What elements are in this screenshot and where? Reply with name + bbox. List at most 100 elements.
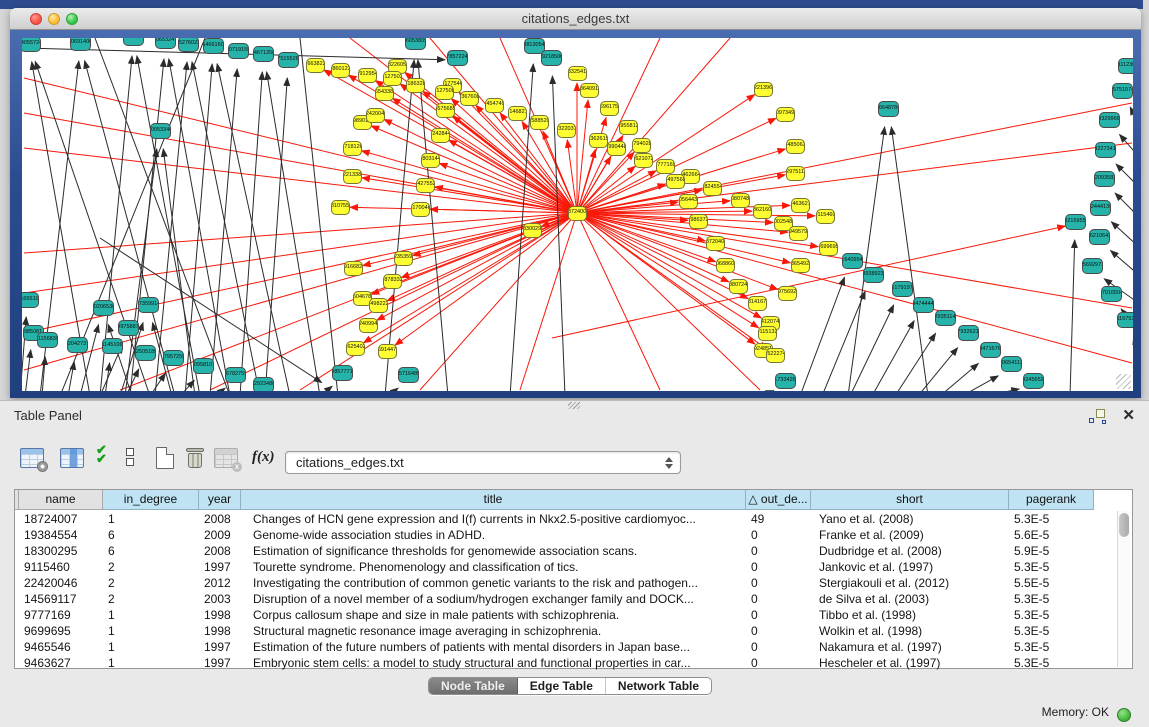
graph-node[interactable]: 9115460 [816, 209, 835, 224]
graph-node[interactable]: 20691406 [70, 38, 91, 51]
graph-node[interactable]: 19756928 [778, 286, 797, 301]
table-row[interactable]: 969969511998Structural magnetic resonanc… [15, 623, 1115, 639]
table-row[interactable]: 2242004622012Investigating the contribut… [15, 575, 1115, 591]
graph-node[interactable]: 8878332 [383, 274, 402, 289]
graph-node[interactable]: 2803144 [421, 153, 440, 168]
graph-node[interactable]: 9245652 [1023, 373, 1044, 389]
column-header-year[interactable]: year [199, 490, 241, 510]
graph-node[interactable]: 7663822 [306, 58, 325, 73]
tab-edge-table[interactable]: Edge Table [518, 678, 606, 694]
graph-node[interactable]: 16053809 [405, 38, 426, 50]
graph-node[interactable]: 8990448 [607, 141, 626, 156]
graph-node[interactable]: 18807249 [729, 279, 748, 294]
graph-node[interactable]: 12923488 [253, 377, 274, 391]
graph-node[interactable]: 7932621 [958, 325, 979, 341]
graph-node[interactable]: 7522274 [766, 348, 785, 363]
graph-node[interactable]: 8938923 [863, 267, 884, 283]
graph-node[interactable]: 16914479 [378, 344, 397, 359]
graph-node[interactable]: 18107554 [331, 200, 350, 215]
graph-node[interactable]: 9146821 [508, 106, 527, 121]
graph-node[interactable]: 7515526 [278, 52, 299, 68]
graph-node[interactable]: 1640954 [842, 253, 863, 269]
graph-node[interactable]: 862160 [753, 204, 772, 219]
graph-node[interactable]: 16543382 [375, 86, 394, 101]
table-row[interactable]: 1872400712008Changes of HCN gene express… [15, 511, 1115, 527]
table-row[interactable]: 1938455462009Genome-wide association stu… [15, 527, 1115, 543]
graph-node[interactable]: 1733426 [775, 373, 796, 389]
graph-node[interactable]: 20564436 [679, 194, 698, 209]
graph-node[interactable]: 14055724 [22, 38, 41, 52]
graph-node[interactable]: 18720407 [706, 236, 725, 251]
graph-node[interactable]: 9329966 [1099, 112, 1120, 128]
column-header-pagerank[interactable]: pagerank [1009, 490, 1094, 510]
table-column-icon[interactable] [60, 448, 84, 468]
graph-node[interactable]: 16648784 [878, 101, 899, 117]
table-selector-dropdown[interactable]: citations_edges.txt [285, 451, 681, 474]
graph-node[interactable]: 13654923 [791, 258, 810, 273]
graph-node[interactable]: 12213383 [343, 169, 362, 184]
graph-node[interactable]: 12409948 [359, 318, 378, 333]
graph-node[interactable]: 2089719 [123, 38, 144, 46]
table-row[interactable]: 946554611997Estimation of the future num… [15, 639, 1115, 655]
graph-node[interactable]: 1112304 [1118, 58, 1134, 74]
graph-node[interactable]: 6179197 [892, 281, 913, 297]
graph-node[interactable]: 8186328 [406, 78, 425, 93]
graph-node[interactable]: 9777169 [656, 159, 675, 174]
graph-node[interactable]: 15751074 [1112, 83, 1133, 99]
function-icon[interactable]: f(x) [252, 449, 275, 466]
scrollbar-thumb[interactable] [1119, 513, 1129, 537]
graph-node[interactable]: 12505185 [135, 345, 156, 361]
graph-node[interactable]: 1621072 [634, 153, 653, 168]
table-row[interactable]: 1830029562008Estimation of significance … [15, 543, 1115, 559]
column-header-in_degree[interactable]: in_degree [103, 490, 199, 510]
graph-node[interactable]: 9498222 [369, 298, 388, 313]
graph-node[interactable]: 8471676 [980, 342, 1001, 358]
graph-node[interactable]: 9857771 [332, 365, 353, 381]
graph-node[interactable]: 9127508 [435, 85, 454, 100]
graph-node[interactable]: 20206536 [93, 300, 114, 316]
column-header-short[interactable]: short [811, 490, 1009, 510]
table-row[interactable]: 1456911722003Disruption of a novel membe… [15, 591, 1115, 607]
graph-node[interactable]: 6466160 [203, 38, 224, 54]
network-canvas[interactable]: 14055724 20691406 2089719 1065324715276023 6… [22, 38, 1133, 391]
graph-node[interactable]: 6794028 [632, 138, 651, 153]
graph-node[interactable]: 9127503 [383, 71, 402, 86]
graph-node[interactable]: 18724007 [568, 206, 587, 221]
tab-node-table[interactable]: Node Table [429, 678, 518, 694]
graph-node[interactable]: 15276023 [178, 38, 199, 52]
graph-node[interactable]: 8215955 [1065, 214, 1086, 230]
graph-node[interactable]: 12042737 [67, 337, 88, 353]
graph-node[interactable]: 3427552 [416, 178, 435, 193]
graph-node[interactable]: 2166510 [22, 292, 39, 308]
graph-node[interactable]: 11156839 [37, 332, 58, 348]
graph-node[interactable]: 22420046 [366, 108, 385, 123]
table-row[interactable]: 977716911998Corpus callosum shape and si… [15, 607, 1115, 623]
graph-node[interactable]: 10653247 [155, 38, 176, 49]
graph-node[interactable]: 5824554 [703, 181, 722, 196]
graph-node[interactable]: 1167533 [1117, 312, 1134, 328]
graph-node[interactable]: 17359914 [138, 297, 159, 313]
graph-node[interactable]: 14671358 [253, 46, 274, 62]
graph-node[interactable]: 2718126 [343, 141, 362, 156]
graph-node[interactable]: 12213967 [754, 82, 773, 97]
table-settings-icon[interactable] [20, 448, 44, 468]
new-document-icon[interactable] [156, 447, 174, 469]
graph-node[interactable]: 10719155 [228, 43, 249, 59]
vertical-scrollbar[interactable] [1117, 511, 1130, 667]
graph-node[interactable]: 12444139 [1090, 200, 1111, 216]
graph-node[interactable]: 10958107 [193, 358, 214, 374]
select-rows-icon[interactable]: ✔✔ [96, 445, 104, 463]
graph-node[interactable]: 20053346 [150, 123, 171, 139]
column-header-out_de[interactable]: △ out_de... [746, 490, 811, 510]
graph-node[interactable]: 12093582 [1094, 171, 1115, 187]
column-header-name[interactable]: name [19, 490, 103, 510]
graph-node[interactable]: 18300295 [523, 223, 542, 238]
graph-node[interactable]: 16782759 [225, 367, 246, 383]
graph-node[interactable]: 7955812 [619, 120, 638, 135]
graph-node[interactable]: 12353593 [394, 251, 413, 266]
graph-node[interactable]: 7625402 [346, 341, 365, 356]
table-row[interactable]: 911546021997Tourette syndrome. Phenomeno… [15, 559, 1115, 575]
graph-node[interactable]: 9115132 [758, 326, 777, 341]
graph-node[interactable]: 18640910 [580, 83, 599, 98]
graph-node[interactable]: 17016504 [1101, 286, 1122, 302]
